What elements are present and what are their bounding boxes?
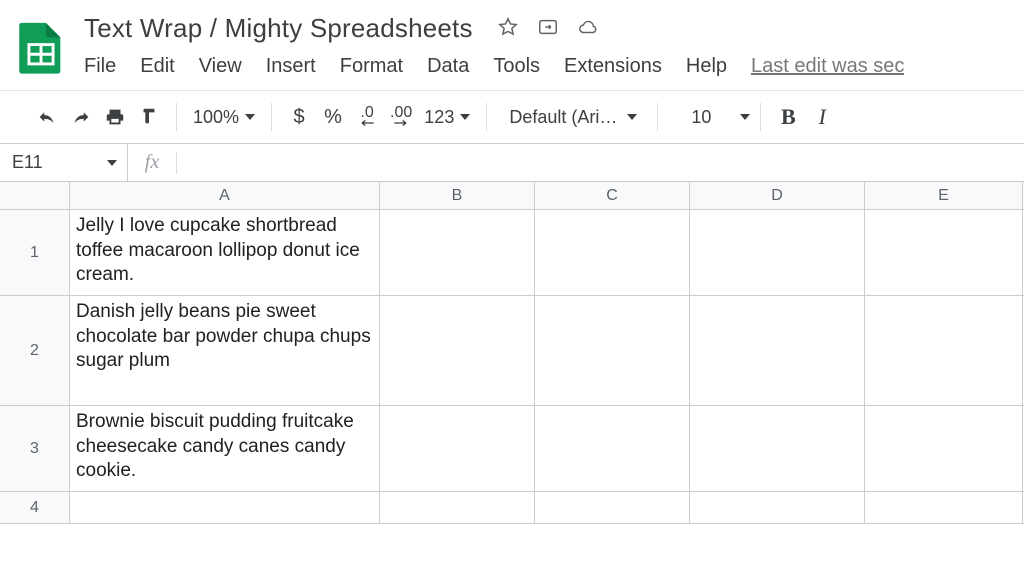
italic-button[interactable]: I [805, 99, 839, 135]
paint-format-button[interactable] [132, 99, 166, 135]
move-icon[interactable] [537, 16, 559, 41]
column-header[interactable]: A [70, 182, 380, 209]
row-header[interactable]: 4 [0, 492, 70, 523]
bold-button[interactable]: B [771, 99, 805, 135]
chevron-down-icon [627, 114, 637, 120]
decrease-decimal-button[interactable]: .0 [350, 99, 384, 135]
cell[interactable] [535, 296, 690, 405]
undo-button[interactable] [30, 99, 64, 135]
font-size-dropdown[interactable]: 10 [668, 107, 734, 128]
row-header[interactable]: 2 [0, 296, 70, 405]
cell[interactable] [380, 406, 535, 491]
cloud-status-icon[interactable] [577, 16, 599, 41]
cell[interactable] [690, 492, 865, 523]
zoom-value: 100% [193, 107, 239, 128]
cell[interactable] [865, 296, 1023, 405]
format-currency-button[interactable]: $ [282, 99, 316, 135]
chevron-down-icon[interactable] [740, 114, 750, 120]
cell[interactable] [535, 492, 690, 523]
menu-tools[interactable]: Tools [493, 55, 540, 78]
separator [657, 103, 658, 131]
menu-extensions[interactable]: Extensions [564, 55, 662, 78]
fx-icon: fx [128, 144, 176, 181]
separator [176, 103, 177, 131]
column-header[interactable]: C [535, 182, 690, 209]
name-box-value: E11 [12, 152, 43, 173]
separator [760, 103, 761, 131]
formula-bar: E11 fx [0, 144, 1024, 182]
cell[interactable] [70, 492, 380, 523]
cell[interactable] [690, 296, 865, 405]
column-header[interactable]: E [865, 182, 1023, 209]
more-formats-label: 123 [424, 107, 454, 128]
font-family-label: Default (Ari… [509, 107, 617, 128]
formula-input[interactable] [177, 153, 1024, 173]
zoom-dropdown[interactable]: 100% [187, 107, 261, 128]
cell[interactable] [690, 406, 865, 491]
cell[interactable] [535, 406, 690, 491]
chevron-down-icon [460, 114, 470, 120]
decrease-decimal-label: .0 [360, 107, 373, 118]
header: Text Wrap / Mighty Spreadsheets File Edi… [0, 0, 1024, 84]
more-formats-dropdown[interactable]: 123 [418, 99, 476, 135]
toolbar: 100% $ % .0 .00 123 Default (Ari… 10 B [0, 91, 1024, 143]
redo-button[interactable] [64, 99, 98, 135]
menu-file[interactable]: File [84, 55, 116, 78]
sheets-logo-icon[interactable] [12, 18, 70, 76]
menu-data[interactable]: Data [427, 55, 469, 78]
print-button[interactable] [98, 99, 132, 135]
cell[interactable] [690, 210, 865, 295]
select-all-corner[interactable] [0, 182, 70, 209]
spreadsheet-grid: A B C D E 1 Jelly I love cupcake shortbr… [0, 182, 1024, 524]
cell[interactable] [865, 210, 1023, 295]
separator [271, 103, 272, 131]
menu-format[interactable]: Format [340, 55, 403, 78]
menu-bar: File Edit View Insert Format Data Tools … [84, 44, 1024, 84]
row-header[interactable]: 3 [0, 406, 70, 491]
cell[interactable]: Danish jelly beans pie sweet chocolate b… [70, 296, 380, 405]
increase-decimal-button[interactable]: .00 [384, 99, 418, 135]
increase-decimal-label: .00 [390, 107, 412, 118]
cell[interactable] [865, 406, 1023, 491]
column-header[interactable]: D [690, 182, 865, 209]
cell[interactable]: Jelly I love cupcake shortbread toffee m… [70, 210, 380, 295]
chevron-down-icon [245, 114, 255, 120]
font-family-dropdown[interactable]: Default (Ari… [497, 107, 647, 128]
cell[interactable] [380, 492, 535, 523]
menu-edit[interactable]: Edit [140, 55, 174, 78]
document-title[interactable]: Text Wrap / Mighty Spreadsheets [84, 13, 473, 44]
row-header[interactable]: 1 [0, 210, 70, 295]
cell[interactable] [865, 492, 1023, 523]
menu-insert[interactable]: Insert [266, 55, 316, 78]
star-icon[interactable] [497, 16, 519, 41]
font-size-value: 10 [691, 107, 711, 128]
last-edit-link[interactable]: Last edit was sec [751, 55, 904, 78]
name-box[interactable]: E11 [0, 144, 128, 181]
cell[interactable] [380, 296, 535, 405]
menu-view[interactable]: View [199, 55, 242, 78]
separator [486, 103, 487, 131]
cell[interactable] [535, 210, 690, 295]
cell[interactable]: Brownie biscuit pudding fruitcake cheese… [70, 406, 380, 491]
cell[interactable] [380, 210, 535, 295]
menu-help[interactable]: Help [686, 55, 727, 78]
chevron-down-icon [107, 160, 117, 166]
format-percent-button[interactable]: % [316, 99, 350, 135]
column-header[interactable]: B [380, 182, 535, 209]
